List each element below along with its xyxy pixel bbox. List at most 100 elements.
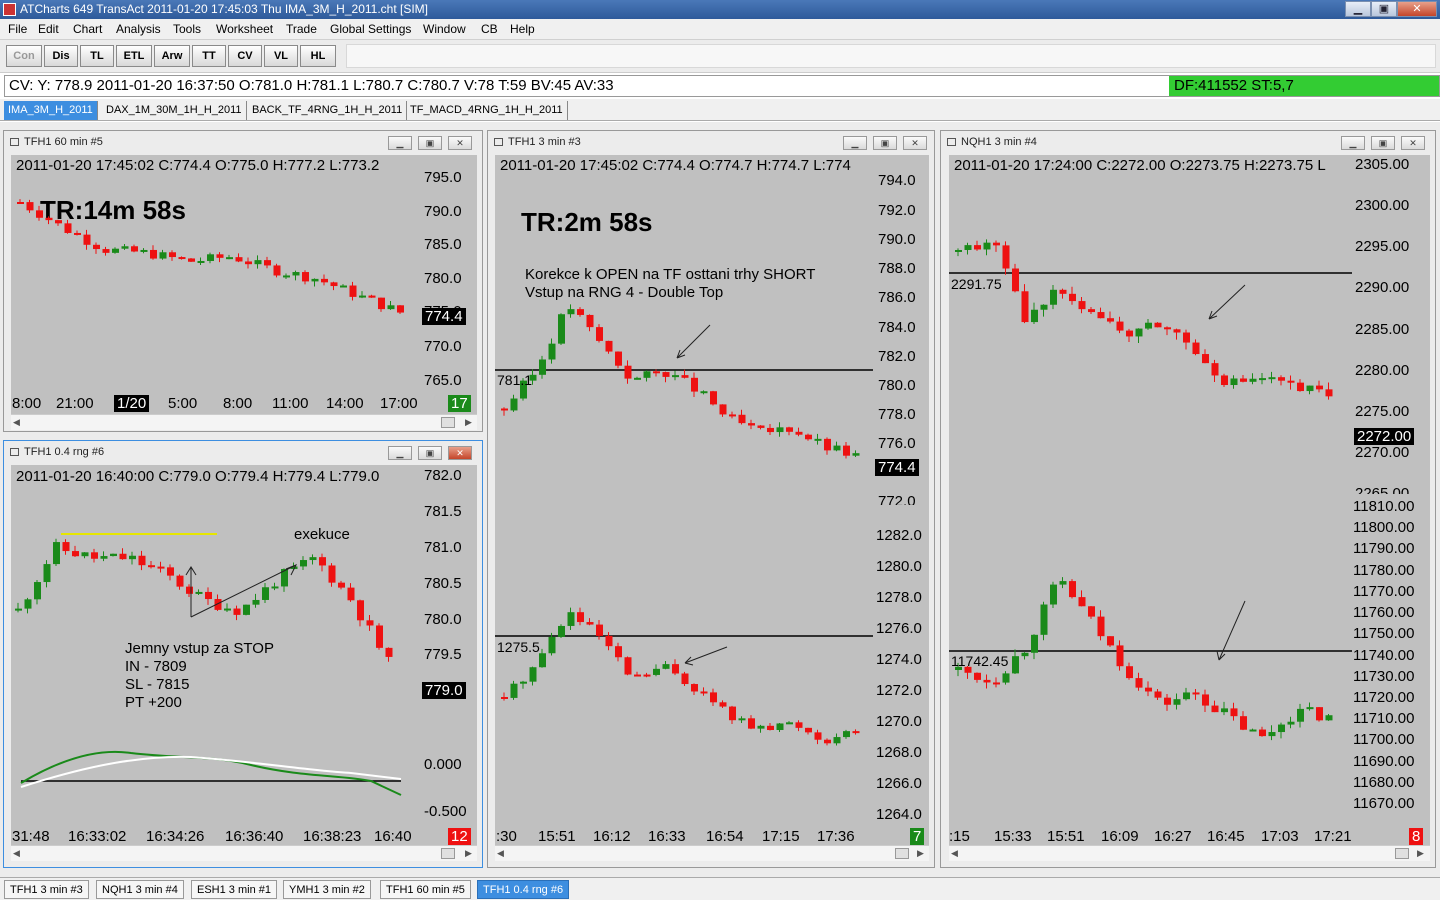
chart-title: TFH1 0.4 rng #6 xyxy=(24,446,105,458)
y-tick: 1280.0 xyxy=(876,558,922,575)
chart-minimize-button[interactable]: ▁ xyxy=(388,136,412,150)
y-tick: 784.0 xyxy=(878,319,916,336)
menu-tools[interactable]: Tools xyxy=(173,22,201,36)
candle-body xyxy=(262,587,269,600)
candle-body xyxy=(700,691,708,694)
candle-body xyxy=(102,249,110,253)
menu-worksheet[interactable]: Worksheet xyxy=(216,22,273,36)
y-tick: 11780.00 xyxy=(1353,562,1415,579)
close-button[interactable]: ✕ xyxy=(1397,1,1437,17)
tab-ymh1-3min[interactable]: YMH1 3 min #2 xyxy=(283,880,371,899)
tab-esh1-3min[interactable]: ESH1 3 min #1 xyxy=(191,880,277,899)
menu-window[interactable]: Window xyxy=(423,22,466,36)
chart-title-bar: TFH1 3 min #3 xyxy=(488,131,934,153)
candle-body xyxy=(72,551,79,557)
hl-button[interactable]: HL xyxy=(300,45,336,67)
candles-c1 xyxy=(17,199,404,314)
menu-analysis[interactable]: Analysis xyxy=(116,22,161,36)
x-tick: 15:51 xyxy=(1047,828,1085,845)
tab-tf-macd[interactable]: TF_MACD_4RNG_1H_H_2011 xyxy=(406,101,568,120)
candle-body xyxy=(501,697,508,699)
candle-body xyxy=(138,555,146,566)
x-tick: 15:33 xyxy=(994,828,1032,845)
chart-window-tfh1-3min[interactable]: TFH1 3 min #3 ▁ ▣ ✕ 2011-01-20 17:45:02 … xyxy=(487,130,935,868)
candle-body xyxy=(1268,377,1276,380)
y-tick: 1272.0 xyxy=(876,682,922,699)
chart-minimize-button[interactable]: ▁ xyxy=(388,446,412,460)
x-tick: 16:12 xyxy=(593,828,631,845)
candle-body xyxy=(1240,716,1247,730)
horizontal-scrollbar[interactable]: ◀ ▶ xyxy=(11,845,477,861)
chart-maximize-button[interactable]: ▣ xyxy=(418,136,442,150)
window-title: ATCharts 649 TransAct 2011-01-20 17:45:0… xyxy=(20,2,428,16)
menu-help[interactable]: Help xyxy=(510,22,535,36)
etl-button[interactable]: ETL xyxy=(116,45,152,67)
candle-body xyxy=(1088,309,1095,313)
status-text: CV: Y: 778.9 2011-01-20 16:37:50 O:781.0… xyxy=(9,77,614,94)
candle-body xyxy=(1154,691,1162,698)
cv-button[interactable]: CV xyxy=(228,45,262,67)
chart-window-tfh1-60min[interactable]: TFH1 60 min #5 ▁ ▣ ✕ 2011-01-20 17:45:02… xyxy=(3,130,483,432)
minimize-button[interactable]: ▁ xyxy=(1345,1,1371,17)
tab-tfh1-60min[interactable]: TFH1 60 min #5 xyxy=(380,880,471,899)
menu-global-settings[interactable]: Global Settings xyxy=(330,22,411,36)
tab-tfh1-3min[interactable]: TFH1 3 min #3 xyxy=(4,880,89,899)
x-tick-date: 1/20 xyxy=(114,395,150,412)
tab-back-tf[interactable]: BACK_TF_4RNG_1H_H_2011 xyxy=(248,101,408,120)
candle-body xyxy=(501,408,508,411)
candle-body xyxy=(321,278,328,283)
tl-button[interactable]: TL xyxy=(80,45,114,67)
horizontal-scrollbar[interactable]: ◀ ▶ xyxy=(949,845,1430,861)
tab-dax[interactable]: DAX_1M_30M_1H_H_2011 xyxy=(102,101,247,120)
chart-minimize-button[interactable]: ▁ xyxy=(843,136,867,150)
x-tick: 11:00 xyxy=(272,395,309,412)
chart-maximize-button[interactable]: ▣ xyxy=(1371,136,1395,150)
candle-body xyxy=(993,682,1000,685)
tab-tfh1-rng[interactable]: TFH1 0.4 rng #6 xyxy=(477,880,570,899)
menu-edit[interactable]: Edit xyxy=(38,22,59,36)
candle-body xyxy=(510,398,518,411)
chart-maximize-button[interactable]: ▣ xyxy=(418,446,442,460)
chart-minimize-button[interactable]: ▁ xyxy=(1341,136,1365,150)
candle-body xyxy=(26,202,34,211)
trade-note-line: SL - 7815 xyxy=(125,676,190,693)
candle-body xyxy=(964,245,972,250)
candle-body xyxy=(226,257,233,260)
x-tick: 16:54 xyxy=(706,828,744,845)
y-tick: 780.0 xyxy=(424,611,462,628)
horizontal-scrollbar[interactable]: ◀ ▶ xyxy=(11,414,477,430)
candle-body xyxy=(330,282,338,287)
chart-window-tfh1-rng[interactable]: TFH1 0.4 rng #6 ▁ ▣ ✕ 2011-01-20 16:40:0… xyxy=(3,440,483,868)
chart-window-nqh1-3min[interactable]: NQH1 3 min #4 ▁ ▣ ✕ 2011-01-20 17:24:00 … xyxy=(940,130,1436,868)
arw-button[interactable]: Arw xyxy=(154,45,190,67)
candle-body xyxy=(776,427,784,433)
annotation-arrow xyxy=(676,324,711,359)
menu-cb[interactable]: CB xyxy=(481,22,498,36)
vl-button[interactable]: VL xyxy=(264,45,298,67)
y-tick: 794.0 xyxy=(878,172,916,189)
candle-body xyxy=(349,285,357,297)
candle-body xyxy=(1059,581,1067,585)
horizontal-scrollbar[interactable]: ◀ ▶ xyxy=(495,845,929,861)
chart-maximize-button[interactable]: ▣ xyxy=(873,136,897,150)
chart-close-button[interactable]: ✕ xyxy=(448,446,472,460)
tab-ima-3m[interactable]: IMA_3M_H_2011 xyxy=(4,101,98,120)
chart-close-button[interactable]: ✕ xyxy=(448,136,472,150)
tt-button[interactable]: TT xyxy=(192,45,226,67)
x-tick: 16:09 xyxy=(1101,828,1139,845)
chart-icon xyxy=(10,448,19,456)
menu-trade[interactable]: Trade xyxy=(286,22,317,36)
candle-body xyxy=(140,249,148,252)
menu-chart[interactable]: Chart xyxy=(73,22,102,36)
maximize-button[interactable]: ▣ xyxy=(1371,1,1397,17)
x-tick: 8:00 xyxy=(12,395,42,412)
chart-close-button[interactable]: ✕ xyxy=(903,136,927,150)
tab-nqh1-3min[interactable]: NQH1 3 min #4 xyxy=(96,880,184,899)
con-button[interactable]: Con xyxy=(6,45,42,67)
menu-file[interactable]: File xyxy=(8,22,27,36)
title-bar: ATCharts 649 TransAct 2011-01-20 17:45:0… xyxy=(0,0,1440,19)
y-tick: 780.0 xyxy=(424,270,462,287)
chart-close-button[interactable]: ✕ xyxy=(1401,136,1425,150)
candle-body xyxy=(662,664,670,669)
dis-button[interactable]: Dis xyxy=(44,45,78,67)
